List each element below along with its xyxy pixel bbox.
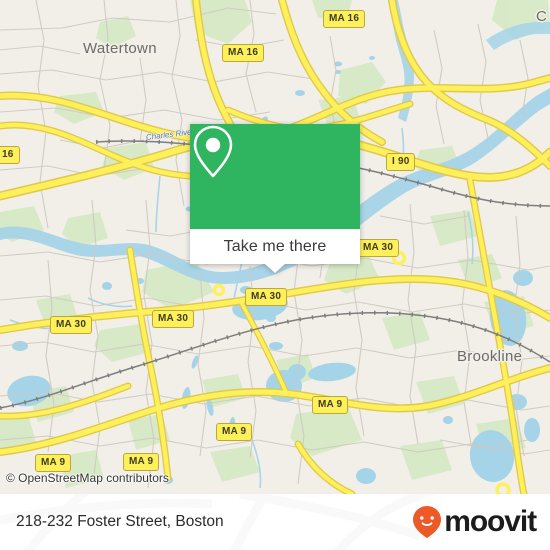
route-shield: MA 30 (152, 310, 195, 328)
screenshot-root: Watertown Brookline C Charles River MA 1… (0, 0, 550, 550)
route-shield: I 90 (386, 153, 416, 171)
route-shield: MA 9 (312, 396, 349, 414)
card-pointer (265, 264, 285, 273)
route-shield: MA 16 (323, 10, 366, 28)
place-label-watertown: Watertown (83, 40, 157, 57)
route-shield: MA 9 (35, 454, 72, 472)
route-shield: MA 16 (222, 44, 265, 62)
route-shield: MA 9 (216, 423, 253, 441)
map-canvas[interactable]: Watertown Brookline C Charles River MA 1… (0, 0, 550, 494)
route-shield: 16 (0, 146, 20, 164)
footer-bar: 218-232 Foster Street, Boston moovit (0, 494, 550, 550)
moovit-pin-icon (413, 506, 442, 538)
route-shield: MA 30 (50, 316, 93, 334)
osm-attribution[interactable]: © OpenStreetMap contributors (6, 471, 169, 485)
take-me-there-label: Take me there (223, 237, 327, 255)
map-pin-icon (193, 125, 233, 178)
moovit-wordmark: moovit (444, 505, 537, 538)
place-label-clipped: C (536, 8, 548, 25)
route-shield: MA 30 (357, 239, 400, 257)
route-shield: MA 9 (123, 453, 160, 471)
place-label-brookline: Brookline (457, 348, 523, 365)
card-action-area[interactable]: Take me there (190, 229, 360, 273)
moovit-logo[interactable]: moovit (412, 505, 537, 539)
address-label: 218-232 Foster Street, Boston (16, 513, 224, 530)
route-shield: MA 30 (245, 288, 288, 306)
card-icon-area (190, 124, 360, 229)
destination-card[interactable]: Take me there (190, 124, 360, 273)
